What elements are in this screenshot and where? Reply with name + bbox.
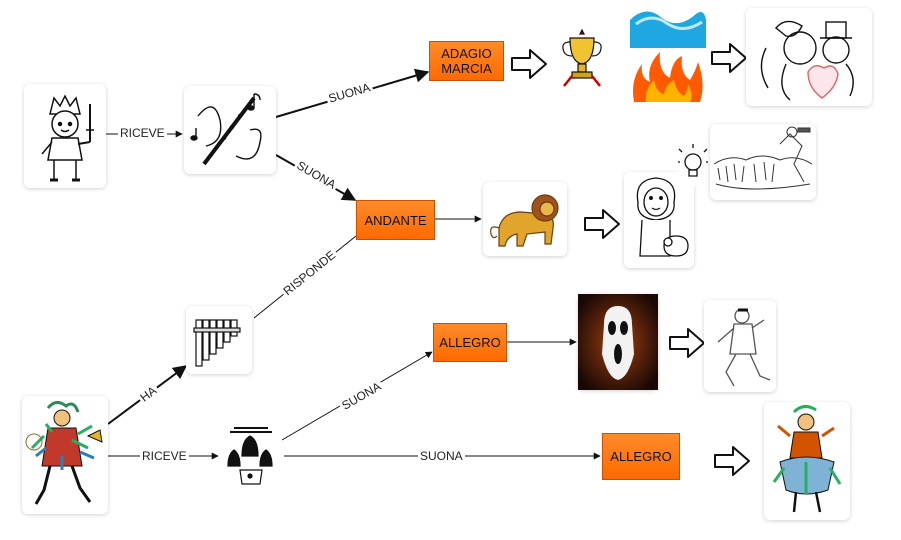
prince-card bbox=[24, 84, 106, 188]
water-fire-icon bbox=[630, 11, 706, 102]
trophy-card bbox=[556, 28, 608, 88]
scream-card bbox=[578, 294, 658, 390]
allegro-box-1: ALLEGRO bbox=[433, 323, 507, 362]
dancer-card bbox=[704, 300, 776, 392]
lightbulb-icon bbox=[678, 144, 708, 177]
panflute-icon bbox=[193, 319, 241, 367]
lovers-card bbox=[746, 8, 872, 106]
sketch-card bbox=[710, 124, 816, 200]
label-suona-allegro2: SUONA bbox=[418, 449, 465, 463]
water-fire-card bbox=[626, 0, 708, 106]
glockenspiel-icon bbox=[227, 427, 273, 485]
dancer-icon bbox=[717, 308, 771, 387]
lion-card bbox=[483, 182, 567, 256]
lion-icon bbox=[490, 194, 559, 247]
ghost-mask-icon bbox=[578, 294, 658, 390]
trophy-icon bbox=[562, 28, 602, 87]
idea-card bbox=[678, 144, 708, 186]
lion-lamb-card bbox=[624, 172, 694, 268]
magic-flute-icon bbox=[190, 93, 262, 166]
label-riceve-papageno: RICEVE bbox=[140, 449, 189, 463]
lion-lamb-icon bbox=[636, 177, 689, 257]
battle-sketch-icon bbox=[713, 126, 813, 190]
allegro-box-2: ALLEGRO bbox=[602, 433, 680, 480]
papageno-icon bbox=[25, 401, 103, 505]
papageno-card bbox=[22, 396, 108, 514]
panflute-card bbox=[186, 306, 252, 374]
papagena-card bbox=[764, 402, 850, 520]
label-riceve-prince: RICEVE bbox=[118, 126, 167, 140]
adagio-marcia-box: ADAGIO MARCIA bbox=[429, 41, 504, 81]
andante-box: ANDANTE bbox=[356, 200, 435, 240]
prince-icon bbox=[41, 94, 94, 182]
bells-card bbox=[220, 422, 282, 490]
flute-card bbox=[184, 86, 276, 174]
papagena-icon bbox=[772, 405, 842, 513]
lovers-icon bbox=[760, 20, 854, 101]
